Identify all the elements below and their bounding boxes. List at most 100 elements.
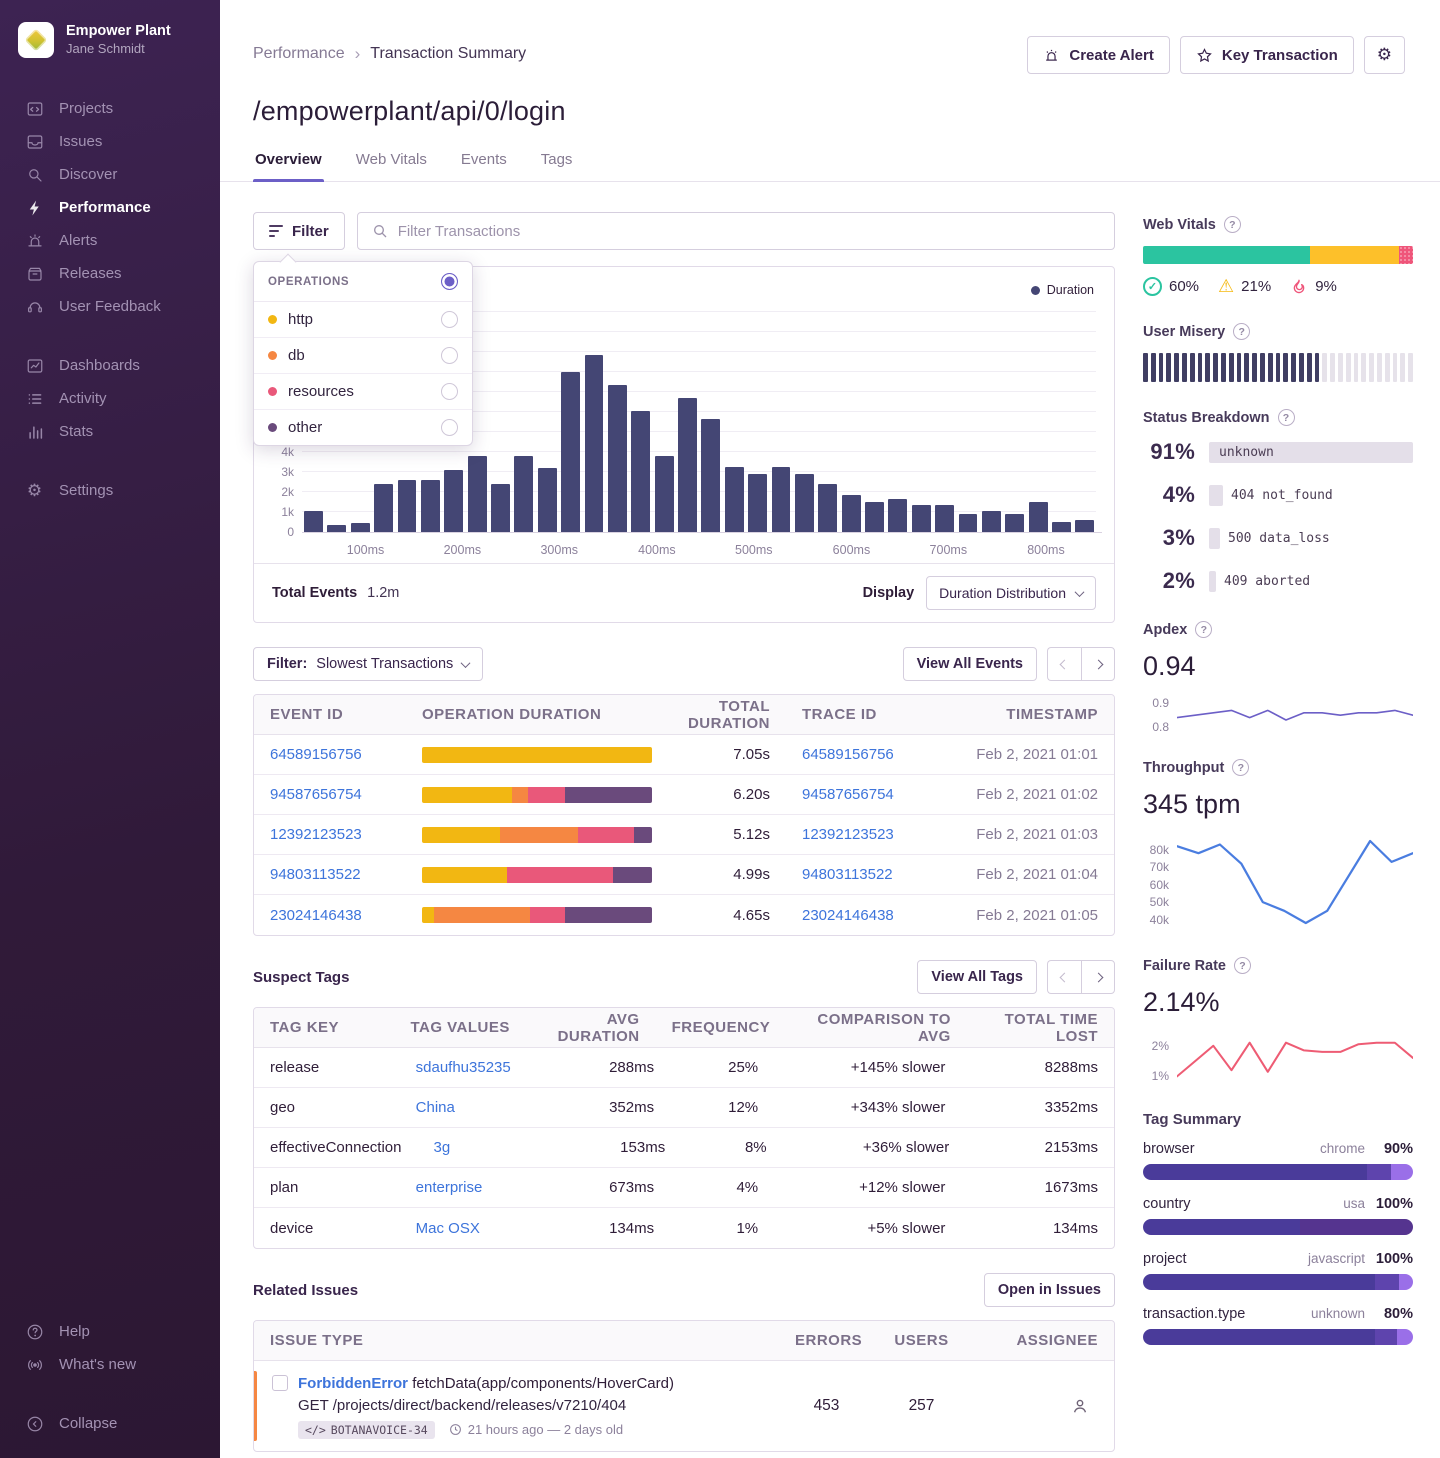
histogram-bar[interactable] [631, 411, 650, 533]
sidebar-item-what-s-new[interactable]: What's new [0, 1348, 220, 1381]
histogram-bar[interactable] [982, 511, 1001, 532]
sidebar-item-stats[interactable]: Stats [0, 415, 220, 448]
histogram-bar[interactable] [351, 523, 370, 532]
histogram-bar[interactable] [865, 502, 884, 532]
table-row[interactable]: releasesdaufhu35235288ms25%+145% slower8… [254, 1048, 1114, 1088]
histogram-bar[interactable] [1075, 520, 1094, 532]
filter-button[interactable]: Filter [253, 212, 345, 250]
histogram-bar[interactable] [491, 484, 510, 532]
trace-id-link[interactable]: 94587656754 [802, 786, 894, 803]
histogram-bar[interactable] [304, 511, 323, 532]
view-all-tags-button[interactable]: View All Tags [917, 960, 1037, 994]
histogram-bar[interactable] [842, 495, 861, 532]
operation-option-resources[interactable]: resources [254, 374, 472, 410]
tab-web-vitals[interactable]: Web Vitals [354, 145, 429, 181]
tab-events[interactable]: Events [459, 145, 509, 181]
key-transaction-button[interactable]: Key Transaction [1180, 36, 1354, 74]
create-alert-button[interactable]: Create Alert [1027, 36, 1169, 74]
pager-prev-button[interactable] [1047, 960, 1081, 994]
histogram-bar[interactable] [561, 372, 580, 532]
histogram-bar[interactable] [818, 484, 837, 532]
histogram-bar[interactable] [374, 484, 393, 532]
table-row[interactable]: effectiveConnection3g153ms8%+36% slower2… [254, 1128, 1114, 1168]
tag-value-link[interactable]: Mac OSX [416, 1220, 480, 1237]
help-question-icon[interactable]: ? [1195, 621, 1212, 638]
operations-radio-selected[interactable] [441, 273, 458, 290]
open-in-issues-button[interactable]: Open in Issues [984, 1273, 1115, 1307]
histogram-bar[interactable] [444, 470, 463, 532]
help-question-icon[interactable]: ? [1278, 409, 1295, 426]
sidebar-item-performance[interactable]: Performance [0, 191, 220, 224]
operation-option-other[interactable]: other [254, 410, 472, 445]
operation-radio[interactable] [441, 419, 458, 436]
operation-option-http[interactable]: http [254, 302, 472, 338]
sidebar-item-settings[interactable]: ⚙Settings [0, 474, 220, 507]
histogram-bar[interactable] [468, 456, 487, 532]
histogram-bar[interactable] [772, 467, 791, 532]
help-question-icon[interactable]: ? [1232, 759, 1249, 776]
table-row[interactable]: geoChina352ms12%+343% slower3352ms [254, 1088, 1114, 1128]
help-question-icon[interactable]: ? [1224, 216, 1241, 233]
tab-tags[interactable]: Tags [539, 145, 575, 181]
issue-assignee[interactable] [969, 1396, 1114, 1416]
event-id-link[interactable]: 23024146438 [270, 907, 362, 924]
event-id-link[interactable]: 94803113522 [270, 866, 361, 883]
issue-checkbox[interactable] [272, 1375, 288, 1391]
histogram-bar[interactable] [585, 355, 604, 532]
operation-option-db[interactable]: db [254, 338, 472, 374]
sidebar-item-releases[interactable]: Releases [0, 257, 220, 290]
histogram-bar[interactable] [959, 514, 978, 532]
histogram-bar[interactable] [1052, 522, 1071, 532]
histogram-bar[interactable] [701, 419, 720, 532]
sidebar-item-help[interactable]: Help [0, 1315, 220, 1348]
sidebar-item-issues[interactable]: Issues [0, 125, 220, 158]
trace-id-link[interactable]: 23024146438 [802, 907, 894, 924]
operation-radio[interactable] [441, 311, 458, 328]
breadcrumb-parent[interactable]: Performance [253, 45, 345, 63]
table-row[interactable]: 645891567567.05s64589156756Feb 2, 2021 0… [254, 735, 1114, 775]
event-id-link[interactable]: 64589156756 [270, 746, 362, 763]
table-row[interactable]: 948031135224.99s94803113522Feb 2, 2021 0… [254, 855, 1114, 895]
histogram-bar[interactable] [514, 456, 533, 532]
table-row[interactable]: 123921235235.12s12392123523Feb 2, 2021 0… [254, 815, 1114, 855]
histogram-bar[interactable] [1005, 514, 1024, 532]
tag-value-link[interactable]: China [416, 1099, 455, 1116]
tag-value-link[interactable]: sdaufhu35235 [416, 1059, 511, 1076]
histogram-bar[interactable] [748, 474, 767, 532]
histogram-bar[interactable] [678, 398, 697, 532]
display-select[interactable]: Duration Distribution [926, 576, 1096, 610]
sidebar-item-discover[interactable]: Discover [0, 158, 220, 191]
histogram-bar[interactable] [655, 456, 674, 532]
help-question-icon[interactable]: ? [1234, 957, 1251, 974]
pager-prev-button[interactable] [1047, 647, 1081, 681]
sidebar-item-alerts[interactable]: Alerts [0, 224, 220, 257]
histogram-bar[interactable] [608, 385, 627, 532]
operation-radio[interactable] [441, 383, 458, 400]
sidebar-item-projects[interactable]: Projects [0, 92, 220, 125]
histogram-bar[interactable] [888, 499, 907, 532]
table-row[interactable]: 945876567546.20s94587656754Feb 2, 2021 0… [254, 775, 1114, 815]
pager-next-button[interactable] [1081, 647, 1115, 681]
pager-next-button[interactable] [1081, 960, 1115, 994]
tag-value-link[interactable]: 3g [433, 1139, 450, 1156]
histogram-bar[interactable] [398, 480, 417, 532]
tab-overview[interactable]: Overview [253, 145, 324, 181]
histogram-bar[interactable] [327, 525, 346, 532]
histogram-bar[interactable] [935, 505, 954, 532]
tag-value-link[interactable]: enterprise [416, 1179, 483, 1196]
issue-error-type-link[interactable]: ForbiddenError [298, 1375, 408, 1392]
histogram-bar[interactable] [912, 505, 931, 532]
trace-id-link[interactable]: 12392123523 [802, 826, 894, 843]
table-row[interactable]: deviceMac OSX134ms1%+5% slower134ms [254, 1208, 1114, 1248]
issue-row[interactable]: ForbiddenError fetchData(app/components/… [254, 1361, 1114, 1451]
view-all-events-button[interactable]: View All Events [903, 647, 1037, 681]
table-row[interactable]: 230241464384.65s23024146438Feb 2, 2021 0… [254, 895, 1114, 935]
event-id-link[interactable]: 94587656754 [270, 786, 362, 803]
sidebar-item-activity[interactable]: Activity [0, 382, 220, 415]
search-input[interactable] [398, 223, 1100, 240]
events-filter-select[interactable]: Filter: Slowest Transactions [253, 647, 483, 681]
histogram-bar[interactable] [725, 467, 744, 532]
table-row[interactable]: planenterprise673ms4%+12% slower1673ms [254, 1168, 1114, 1208]
sidebar-item-user-feedback[interactable]: User Feedback [0, 290, 220, 323]
histogram-bar[interactable] [421, 480, 440, 532]
